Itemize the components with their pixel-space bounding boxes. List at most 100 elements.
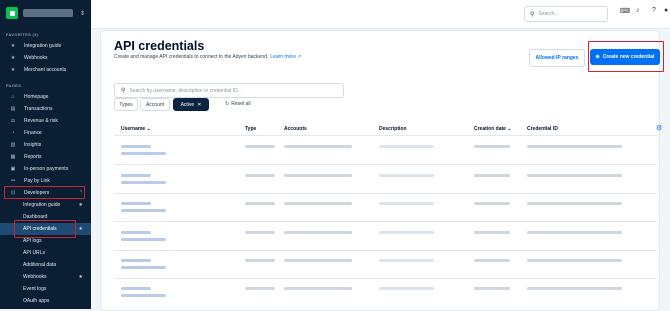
row-divider <box>114 221 657 222</box>
reset-all-link[interactable]: ↻ Reset all <box>225 101 251 107</box>
redacted-cell <box>121 287 151 290</box>
redacted-cell <box>245 259 275 262</box>
column-header-type: Type <box>245 126 257 132</box>
sidebar-item-revenue-risk[interactable]: ⚖ Revenue & risk <box>0 115 91 127</box>
top-bar: ⚲ Search... ⌨ ♪ ? ● <box>92 0 670 29</box>
chevron-up-icon: ⌃ <box>78 190 83 196</box>
expand-icon: ⇕ <box>79 10 85 17</box>
global-search-input[interactable]: ⚲ Search... <box>524 6 608 22</box>
redacted-cell <box>474 202 510 205</box>
sidebar-subitem-additional-data[interactable]: Additional data <box>0 259 91 271</box>
nav-label: Integration guide <box>24 43 62 49</box>
redacted-cell <box>121 202 151 205</box>
redacted-cell <box>245 287 275 290</box>
account-filter-chip[interactable]: Account <box>140 98 170 111</box>
sidebar-item-pay-by-link[interactable]: ⚯ Pay by Link <box>0 175 91 187</box>
redacted-cell <box>474 231 510 234</box>
redacted-cell <box>527 287 622 290</box>
star-icon[interactable]: ★ <box>79 226 83 232</box>
nav-label: Insights <box>24 142 42 148</box>
redacted-cell <box>474 174 510 177</box>
sidebar-item-homepage[interactable]: ⌂ Homepage <box>0 91 91 103</box>
nav-label: API logs <box>23 238 42 244</box>
sidebar-subitem-integration-guide[interactable]: Integration guide ★ <box>0 199 91 211</box>
redacted-cell <box>121 266 166 269</box>
chart-icon: ▥ <box>10 142 16 148</box>
redacted-cell <box>284 287 352 290</box>
home-icon: ⌂ <box>11 94 15 100</box>
star-icon[interactable]: ★ <box>79 274 83 280</box>
redacted-cell <box>121 231 151 234</box>
reset-icon: ↻ <box>225 101 230 107</box>
column-header-accounts: Accounts <box>284 126 307 132</box>
active-chip-label: Active <box>180 101 195 108</box>
favorite-merchant-accounts[interactable]: ★ Merchant accounts <box>0 64 91 76</box>
page-description: Create and manage API credentials to con… <box>114 54 301 60</box>
active-filter-chip[interactable]: Active ✕ <box>173 98 209 111</box>
types-filter-chip[interactable]: Types <box>114 98 138 111</box>
notifications-icon[interactable]: ♪ <box>636 7 640 14</box>
credential-search-input[interactable]: ⚲ Search by username, description or cre… <box>114 83 344 98</box>
favorite-webhooks[interactable]: ★ Webhooks <box>0 52 91 64</box>
redacted-cell <box>121 209 166 212</box>
search-icon: ⚲ <box>530 11 535 18</box>
receipt-icon: ▤ <box>10 106 16 112</box>
account-name-redacted <box>23 9 73 17</box>
sidebar-subitem-api-credentials[interactable]: API credentials ★ <box>0 223 91 235</box>
user-avatar-icon[interactable]: ● <box>664 7 668 14</box>
redacted-cell <box>284 145 352 148</box>
sidebar-item-transactions[interactable]: ▤ Transactions <box>0 103 91 115</box>
reset-label: Reset all <box>231 101 251 107</box>
redacted-cell <box>284 174 352 177</box>
redacted-cell <box>245 231 275 234</box>
redacted-cell <box>284 231 352 234</box>
redacted-cell <box>121 145 151 148</box>
redacted-cell <box>379 202 434 205</box>
nav-label: Pay by Link <box>24 178 50 184</box>
column-header-creation-date[interactable]: Creation date ⌄ <box>474 126 512 132</box>
row-divider <box>114 250 657 251</box>
star-icon[interactable]: ★ <box>79 202 83 208</box>
pages-heading: PAGES <box>6 83 22 88</box>
create-new-credential-button[interactable]: ⊕ Create new credential <box>590 49 660 65</box>
column-settings-icon[interactable]: ⚙ <box>656 124 662 132</box>
credential-search-placeholder: Search by username, description or crede… <box>129 87 242 94</box>
favorite-integration-guide[interactable]: ★ Integration guide <box>0 40 91 52</box>
sidebar-subitem-event-logs[interactable]: Event logs <box>0 283 91 295</box>
nav-label: Webhooks <box>24 55 48 61</box>
account-switcher[interactable]: ⇕ <box>6 5 85 21</box>
close-icon[interactable]: ✕ <box>197 102 201 108</box>
nav-label: In-person payments <box>24 166 69 172</box>
report-icon: ▦ <box>10 154 16 160</box>
sidebar-item-reports[interactable]: ▦ Reports <box>0 151 91 163</box>
link-icon: ⚯ <box>10 178 16 184</box>
nav-label: Reports <box>24 154 42 160</box>
redacted-cell <box>121 152 166 155</box>
redacted-cell <box>379 287 434 290</box>
sidebar-item-in-person-payments[interactable]: ▣ In-person payments <box>0 163 91 175</box>
nav-label: Additional data <box>23 262 57 268</box>
row-divider <box>114 164 657 165</box>
sidebar-subitem-api-logs[interactable]: API logs <box>0 235 91 247</box>
redacted-cell <box>121 294 166 297</box>
allowed-ip-ranges-button[interactable]: Allowed IP ranges <box>529 49 585 67</box>
terminal-icon: ▣ <box>10 166 16 172</box>
redacted-cell <box>245 145 275 148</box>
keyboard-icon[interactable]: ⌨ <box>620 7 630 15</box>
sidebar-item-developers[interactable]: ⊡ Developers ⌃ <box>0 187 91 199</box>
column-header-username[interactable]: Username ⌄ <box>121 126 151 132</box>
header-divider <box>114 135 657 136</box>
nav-label: API URLs <box>23 250 45 256</box>
column-header-description: Description <box>379 126 407 132</box>
sidebar-subitem-webhooks[interactable]: Webhooks ★ <box>0 271 91 283</box>
nav-label: Developers <box>24 190 50 196</box>
nav-label: Merchant accounts <box>24 67 67 73</box>
sidebar-subitem-api-urls[interactable]: API URLs <box>0 247 91 259</box>
plus-circle-icon: ⊕ <box>595 54 600 60</box>
sidebar-subitem-dashboard[interactable]: Dashboard <box>0 211 91 223</box>
sidebar-subitem-oauth-apps[interactable]: OAuth apps <box>0 295 91 307</box>
sidebar-item-finance[interactable]: ◔ Finance <box>0 127 91 139</box>
sidebar-item-insights[interactable]: ▥ Insights <box>0 139 91 151</box>
help-icon[interactable]: ? <box>652 7 656 14</box>
learn-more-link[interactable]: Learn more ↗ <box>270 54 301 60</box>
